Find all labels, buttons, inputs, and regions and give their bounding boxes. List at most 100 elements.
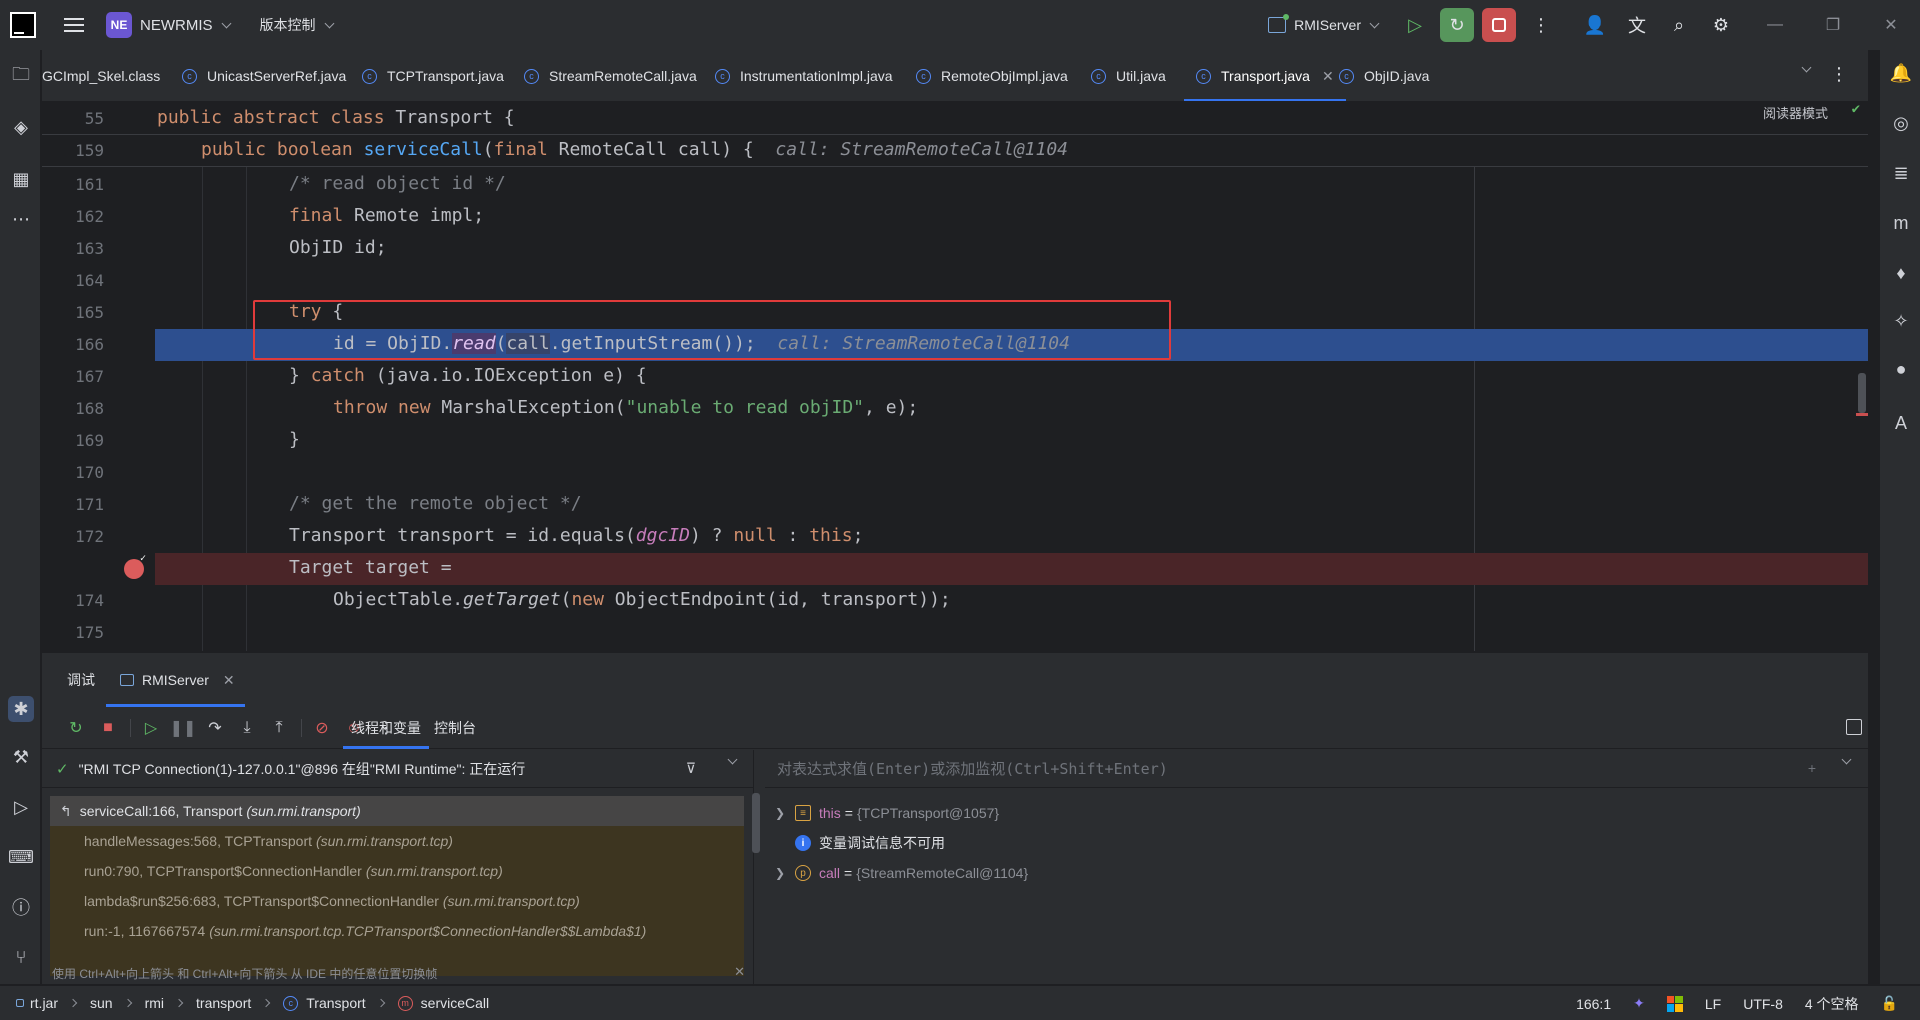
lock-icon[interactable]: 🔓 (1881, 995, 1898, 1012)
problems-icon[interactable]: ⓘ (8, 894, 34, 920)
rerun-debug-button[interactable]: ↻ (1440, 8, 1474, 42)
step-out-icon[interactable]: ⤒ (267, 716, 291, 740)
file-encoding[interactable]: UTF-8 (1743, 996, 1783, 1012)
project-folder-icon[interactable]: 🗀 (8, 64, 34, 90)
tab-unicastserverref[interactable]: c UnicastServerRef.java (182, 50, 346, 101)
inspection-ok-icon[interactable]: ✔ (1852, 103, 1860, 117)
add-user-icon[interactable]: 👤 (1578, 8, 1612, 42)
plugin-icon[interactable]: ◈ (8, 114, 34, 140)
run-config-selector[interactable]: RMIServer (1268, 14, 1380, 33)
ai-status-icon[interactable]: ✦ (1633, 995, 1645, 1012)
breadcrumb-item[interactable]: sun (90, 995, 113, 1011)
frame-item[interactable]: run:-1, 1167667574 (sun.rmi.transport.tc… (50, 916, 744, 946)
frame-item-selected[interactable]: ↰ serviceCall:166, Transport (sun.rmi.tr… (50, 796, 744, 826)
terminal-icon[interactable]: ⌨ (8, 844, 34, 870)
main-menu-icon[interactable] (64, 18, 84, 32)
ai-assistant-icon[interactable]: ◎ (1888, 110, 1914, 136)
view-breakpoints-icon[interactable]: ⊘ (310, 716, 334, 740)
chevron-down-icon[interactable] (324, 18, 334, 28)
project-badge[interactable]: NE (106, 12, 132, 38)
code-line[interactable]: 175 (42, 617, 1868, 649)
sticky-line[interactable]: 159 public boolean serviceCall(final Rem… (42, 135, 1868, 167)
add-watch-icon[interactable]: + (1808, 760, 1816, 776)
structure-icon[interactable]: ▦ (8, 166, 34, 192)
frame-item[interactable]: handleMessages:568, TCPTransport (sun.rm… (50, 826, 744, 856)
tabs-dropdown-icon[interactable] (1801, 62, 1812, 73)
git-icon[interactable]: ⑂ (8, 944, 34, 970)
resume-program-button[interactable]: ▷ (1398, 8, 1432, 42)
variable-row[interactable]: ❯ p call = {StreamRemoteCall@1104} (765, 858, 1028, 888)
bird-plugin-icon[interactable]: ♦ (1888, 260, 1914, 286)
tab-remoteobjimpl[interactable]: c RemoteObjImpl.java (916, 50, 1068, 101)
windows-logo-icon[interactable] (1666, 995, 1683, 1012)
chevron-down-icon[interactable] (221, 18, 231, 28)
build-hammer-icon[interactable]: ⚒ (8, 744, 34, 770)
tab-transport[interactable]: c Transport.java ✕ (1184, 50, 1346, 101)
maven-icon[interactable]: m (1888, 210, 1914, 236)
step-into-icon[interactable]: ⤓ (235, 716, 259, 740)
tab-threads-variables[interactable]: 线程和变量 (343, 707, 429, 749)
project-name[interactable]: NEWRMIS (140, 17, 213, 34)
code-line[interactable]: 164 (42, 265, 1868, 297)
maximize-button[interactable]: ❐ (1804, 15, 1862, 35)
evaluate-expression-input[interactable]: 对表达式求值(Enter)或添加监视(Ctrl+Shift+Enter) (765, 750, 1868, 788)
close-tab-icon[interactable]: ✕ (223, 672, 235, 689)
pause-icon[interactable]: ❚❚ (170, 716, 197, 740)
frame-item[interactable]: lambda$run$256:683, TCPTransport$Connect… (50, 886, 744, 916)
tab-objid[interactable]: c ObjID.java (1339, 50, 1429, 101)
breadcrumb-item[interactable]: rmi (145, 995, 164, 1011)
breadcrumb-item[interactable]: Transport (306, 995, 365, 1011)
close-window-button[interactable]: ✕ (1862, 15, 1920, 35)
minimize-button[interactable]: — (1746, 16, 1804, 34)
code-editor[interactable]: 55 public abstract class Transport { 159… (42, 103, 1868, 651)
sticky-line[interactable]: 55 public abstract class Transport { (42, 103, 1868, 135)
tab-streamremotecall[interactable]: c StreamRemoteCall.java (524, 50, 697, 101)
tabs-more-icon[interactable]: ⋮ (1830, 64, 1848, 85)
stop-icon[interactable]: ■ (96, 716, 120, 740)
filter-icon[interactable]: ⊽ (686, 760, 696, 777)
notifications-bell-icon[interactable]: 🔔 (1888, 60, 1914, 86)
resume-icon[interactable]: ▷ (139, 716, 163, 740)
vcs-menu[interactable]: 版本控制 (260, 15, 316, 35)
code-line-breakpoint[interactable]: Target target = (42, 553, 1868, 585)
services-icon[interactable]: ▷ (8, 794, 34, 820)
code-line[interactable]: 174 ObjectTable.getTarget(new ObjectEndp… (42, 585, 1868, 617)
reader-mode-toggle[interactable]: 阅读器模式 (1763, 103, 1828, 122)
tab-tcptransport[interactable]: c TCPTransport.java (362, 50, 504, 101)
code-line[interactable]: 169 } (42, 425, 1868, 457)
caret-position[interactable]: 166:1 (1576, 996, 1611, 1012)
chevron-down-icon[interactable] (727, 754, 738, 765)
search-icon[interactable]: ⌕ (1662, 8, 1696, 42)
tab-console[interactable]: 控制台 (434, 707, 476, 749)
code-line[interactable]: 172 Transport transport = id.equals(dgcI… (42, 521, 1868, 553)
editor-scrollbar[interactable] (1858, 373, 1866, 413)
more-tools-icon[interactable]: ⋯ (8, 206, 34, 232)
font-plugin-icon[interactable]: A (1888, 410, 1914, 436)
translate-icon[interactable]: 文 (1620, 8, 1654, 42)
layout-settings-icon[interactable] (1846, 719, 1862, 735)
more-actions-icon[interactable]: ⋮ (1524, 8, 1558, 42)
expand-arrow-icon[interactable]: ❯ (765, 806, 795, 820)
code-line[interactable]: 162 final Remote impl; (42, 201, 1868, 233)
copilot-icon[interactable]: ✧ (1888, 308, 1914, 334)
breadcrumb-item[interactable]: rt.jar (30, 995, 58, 1011)
tab-util[interactable]: c Util.java (1091, 50, 1166, 101)
line-separator[interactable]: LF (1705, 996, 1721, 1012)
code-line[interactable]: 171 /* get the remote object */ (42, 489, 1868, 521)
code-line[interactable]: 161 /* read object id */ (42, 169, 1868, 201)
indent-setting[interactable]: 4 个空格 (1805, 994, 1859, 1014)
expand-arrow-icon[interactable]: ❯ (765, 866, 795, 880)
error-stripe-marker[interactable] (1856, 413, 1868, 416)
variable-row[interactable]: ❯ ≡ this = {TCPTransport@1057} (765, 798, 999, 828)
settings-gear-icon[interactable]: ⚙ (1704, 8, 1738, 42)
code-line[interactable]: 167 } catch (java.io.IOException e) { (42, 361, 1868, 393)
code-line[interactable]: 170 (42, 457, 1868, 489)
database-icon[interactable]: ≣ (1888, 160, 1914, 186)
close-hint-icon[interactable]: ✕ (734, 964, 745, 980)
frames-scrollbar[interactable] (752, 793, 760, 853)
debug-bug-icon[interactable]: ✱ (8, 696, 34, 722)
tab-debug-session[interactable]: RMIServer ✕ (106, 653, 245, 707)
stop-button[interactable] (1482, 8, 1516, 42)
close-tab-icon[interactable]: ✕ (1322, 68, 1334, 85)
tab-gcimpl-skel[interactable]: GCImpl_Skel.class (42, 50, 160, 101)
